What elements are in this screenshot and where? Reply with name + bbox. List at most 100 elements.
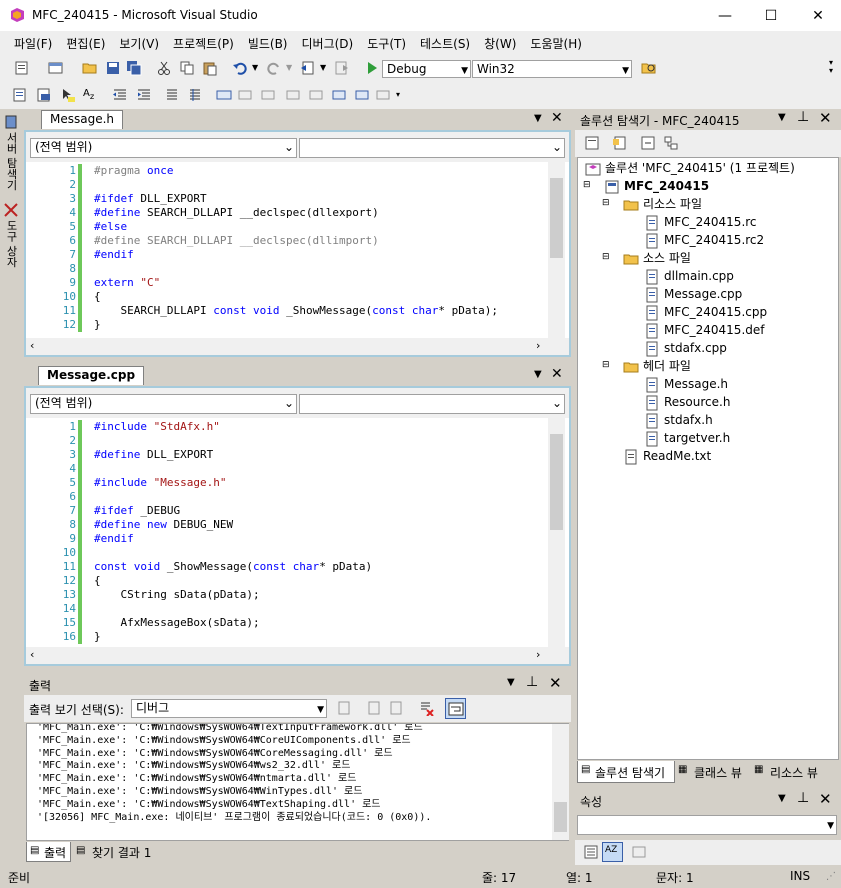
scroll-left-icon[interactable]: ‹ (30, 648, 34, 661)
resize-grip-icon[interactable]: ⋰ (826, 871, 836, 882)
minimize-button[interactable]: — (702, 0, 748, 31)
solution-root[interactable]: 솔루션 'MFC_240415' (1 프로젝트) (585, 159, 795, 177)
save-icon[interactable] (105, 60, 121, 76)
new-project-icon[interactable] (14, 60, 30, 76)
collapse-icon[interactable]: ⊟ (602, 252, 610, 262)
refresh-icon[interactable] (640, 135, 656, 151)
navigate-dropdown-icon[interactable]: ▼ (320, 63, 326, 72)
cut-icon[interactable] (156, 60, 172, 76)
editor2-dropdown-icon[interactable]: ▼ (534, 369, 542, 380)
server-explorer-tab[interactable]: 서버 탐색기 (3, 132, 19, 191)
editor2-vscrollbar[interactable] (548, 418, 565, 647)
next-bookmark-folder-icon[interactable] (307, 87, 323, 103)
find-message-icon[interactable] (336, 700, 352, 716)
menu-file[interactable]: 파일(F) (7, 35, 59, 52)
toolbar-overflow-icon[interactable]: ▾ ▾ (829, 59, 833, 75)
toolbox-tab[interactable]: 도구 상자 (3, 220, 19, 268)
scroll-right-icon[interactable]: › (536, 648, 540, 661)
redo-dropdown-icon[interactable]: ▼ (286, 63, 292, 72)
output-source-select[interactable]: 디버그 ▼ (131, 699, 327, 718)
file-node[interactable]: dllmain.cpp (644, 267, 734, 285)
file-node[interactable]: MFC_240415.rc (644, 213, 757, 231)
next-message-icon[interactable] (388, 700, 404, 716)
editor1-dropdown-icon[interactable]: ▼ (534, 113, 542, 124)
clear-bookmarks-icon[interactable] (376, 87, 392, 103)
file-node[interactable]: stdafx.h (644, 411, 713, 429)
file-node[interactable]: MFC_240415.cpp (644, 303, 767, 321)
pin-icon[interactable]: ⊥ (526, 674, 538, 690)
editor1-vscrollbar[interactable] (548, 162, 565, 338)
tab-resource-view[interactable]: ▦ 리소스 뷰 (752, 761, 832, 783)
property-pages-icon[interactable] (631, 844, 647, 860)
menu-build[interactable]: 빌드(B) (241, 35, 295, 52)
categorized-icon[interactable] (583, 844, 599, 860)
editor2-hscrollbar[interactable]: ‹ › (26, 647, 569, 664)
file-node[interactable]: Resource.h (644, 393, 730, 411)
output-dropdown-icon[interactable]: ▼ (507, 677, 515, 688)
editor1-hscrollbar[interactable]: ‹ › (26, 338, 569, 355)
project-node[interactable]: MFC_240415 (604, 177, 709, 195)
file-node[interactable]: stdafx.cpp (644, 339, 727, 357)
editor2-close-icon[interactable]: ✕ (551, 366, 563, 382)
tab-output[interactable]: ▤ 출력 (26, 842, 71, 862)
properties-object-select[interactable]: ▼ (577, 815, 837, 835)
solution-close-icon[interactable]: ✕ (819, 109, 832, 127)
scroll-thumb[interactable] (550, 178, 563, 258)
undo-icon[interactable] (232, 60, 248, 76)
readme-node[interactable]: ReadMe.txt (623, 447, 711, 465)
scroll-right-icon[interactable]: › (536, 339, 540, 352)
navigate-backward-icon[interactable] (300, 60, 316, 76)
scope-select[interactable]: (전역 범위) ⌄ (30, 138, 297, 158)
file-node[interactable]: targetver.h (644, 429, 730, 447)
file-node[interactable]: Message.cpp (644, 285, 742, 303)
show-all-files-icon[interactable] (611, 135, 627, 151)
properties-dropdown-icon[interactable]: ▼ (778, 793, 786, 804)
comment-out-icon[interactable] (164, 87, 180, 103)
maximize-button[interactable]: ☐ (748, 0, 794, 31)
scope-select[interactable]: (전역 범위) ⌄ (30, 394, 297, 414)
editor1-close-icon[interactable]: ✕ (551, 110, 563, 126)
menu-tools[interactable]: 도구(T) (360, 35, 413, 52)
uncomment-icon[interactable] (187, 87, 203, 103)
properties-icon[interactable] (584, 135, 600, 151)
close-button[interactable]: ✕ (795, 0, 841, 31)
scroll-left-icon[interactable]: ‹ (30, 339, 34, 352)
paste-icon[interactable] (202, 60, 218, 76)
redo-icon[interactable] (266, 60, 282, 76)
word-complete-icon[interactable]: Az (83, 88, 94, 101)
menu-debug[interactable]: 디버그(D) (295, 35, 361, 52)
folder-node[interactable]: 리소스 파일 (623, 195, 702, 213)
member-select[interactable]: ⌄ (299, 138, 565, 158)
file-node[interactable]: Message.h (644, 375, 728, 393)
platform-select[interactable]: Win32 ▼ (472, 60, 632, 78)
open-file-icon[interactable] (82, 60, 98, 76)
folder-node[interactable]: 소스 파일 (623, 249, 691, 267)
previous-bookmark-document-icon[interactable] (330, 87, 346, 103)
menu-window[interactable]: 창(W) (477, 35, 523, 52)
properties-close-icon[interactable]: ✕ (819, 790, 832, 808)
menu-help[interactable]: 도움말(H) (523, 35, 589, 52)
navigate-forward-icon[interactable] (333, 60, 349, 76)
copy-icon[interactable] (179, 60, 195, 76)
pin-icon[interactable]: ⊥ (797, 109, 809, 125)
folder-node[interactable]: 헤더 파일 (623, 357, 691, 375)
file-node[interactable]: MFC_240415.def (644, 321, 764, 339)
pin-icon[interactable]: ⊥ (797, 790, 809, 806)
file-node[interactable]: MFC_240415.rc2 (644, 231, 764, 249)
collapse-icon[interactable]: ⊟ (583, 180, 591, 190)
collapse-icon[interactable]: ⊟ (602, 360, 610, 370)
editor1-code-area[interactable]: 1 #pragma once 2 3 #ifdef DLL_EXPORT 4 #define… (26, 164, 546, 338)
previous-bookmark-folder-icon[interactable] (284, 87, 300, 103)
configuration-select[interactable]: Debug ▼ (382, 60, 471, 78)
scroll-thumb[interactable] (554, 802, 567, 832)
tab-solution-explorer[interactable]: ▤ 솔루션 탐색기 (577, 761, 675, 783)
member-list-icon[interactable] (12, 87, 28, 103)
quick-info-icon[interactable] (60, 87, 76, 103)
tab-message-h[interactable]: Message.h (41, 110, 124, 129)
scroll-thumb[interactable] (550, 434, 563, 530)
previous-message-icon[interactable] (366, 700, 382, 716)
parameter-info-icon[interactable] (36, 87, 52, 103)
previous-bookmark-icon[interactable] (238, 87, 254, 103)
solution-dropdown-icon[interactable]: ▼ (778, 112, 786, 123)
next-bookmark-icon[interactable] (261, 87, 277, 103)
